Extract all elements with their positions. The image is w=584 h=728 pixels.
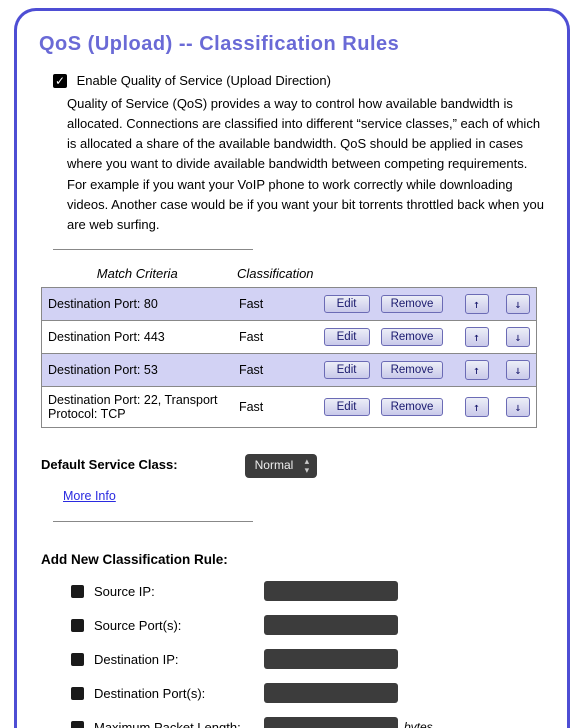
table-row: Destination Port: 53 Fast Edit Remove ↑ … <box>42 354 537 387</box>
dest-ports-input[interactable] <box>264 683 398 703</box>
source-ip-label: Source IP: <box>94 584 264 599</box>
edit-button[interactable]: Edit <box>324 295 370 313</box>
move-up-button[interactable]: ↑ <box>465 360 489 380</box>
source-ports-checkbox[interactable] <box>71 619 84 632</box>
default-service-class-label: Default Service Class: <box>41 457 241 472</box>
max-pkt-input[interactable] <box>264 717 398 728</box>
chevron-updown-icon: ▴▾ <box>305 457 310 475</box>
dest-ports-label: Destination Port(s): <box>94 686 264 701</box>
edit-button[interactable]: Edit <box>324 398 370 416</box>
cell-match: Destination Port: 80 <box>42 288 233 321</box>
enable-qos-label: Enable Quality of Service (Upload Direct… <box>77 73 331 88</box>
max-pkt-label: Maximum Packet Length: <box>94 720 264 728</box>
cell-classification: Fast <box>233 387 318 428</box>
col-header-match: Match Criteria <box>42 260 233 288</box>
table-row: Destination Port: 80 Fast Edit Remove ↑ … <box>42 288 537 321</box>
divider <box>53 521 253 522</box>
rules-table: Match Criteria Classification Destinatio… <box>41 260 537 428</box>
dest-ip-checkbox[interactable] <box>71 653 84 666</box>
more-info-link[interactable]: More Info <box>63 489 116 503</box>
cell-match: Destination Port: 53 <box>42 354 233 387</box>
edit-button[interactable]: Edit <box>324 328 370 346</box>
cell-match: Destination Port: 443 <box>42 321 233 354</box>
cell-classification: Fast <box>233 321 318 354</box>
enable-qos-checkbox[interactable]: ✓ <box>53 74 67 88</box>
remove-button[interactable]: Remove <box>381 328 443 346</box>
source-ip-checkbox[interactable] <box>71 585 84 598</box>
add-rule-title: Add New Classification Rule: <box>41 552 549 567</box>
table-row: Destination Port: 443 Fast Edit Remove ↑… <box>42 321 537 354</box>
default-service-class-value: Normal <box>255 458 294 472</box>
move-down-button[interactable]: ↓ <box>506 360 530 380</box>
move-down-button[interactable]: ↓ <box>506 397 530 417</box>
move-up-button[interactable]: ↑ <box>465 327 489 347</box>
remove-button[interactable]: Remove <box>381 361 443 379</box>
col-header-actions <box>318 260 537 288</box>
dest-ports-checkbox[interactable] <box>71 687 84 700</box>
move-down-button[interactable]: ↓ <box>506 294 530 314</box>
divider <box>53 249 253 250</box>
move-up-button[interactable]: ↑ <box>465 294 489 314</box>
dest-ip-label: Destination IP: <box>94 652 264 667</box>
cell-match: Destination Port: 22, Transport Protocol… <box>42 387 233 428</box>
max-pkt-suffix: bytes <box>404 720 433 728</box>
source-ip-input[interactable] <box>264 581 398 601</box>
cell-classification: Fast <box>233 354 318 387</box>
table-row: Destination Port: 22, Transport Protocol… <box>42 387 537 428</box>
default-service-class-select[interactable]: Normal ▴▾ <box>245 454 318 478</box>
edit-button[interactable]: Edit <box>324 361 370 379</box>
col-header-classification: Classification <box>233 260 318 288</box>
qos-description: Quality of Service (QoS) provides a way … <box>67 94 549 235</box>
source-ports-input[interactable] <box>264 615 398 635</box>
max-pkt-checkbox[interactable] <box>71 721 84 728</box>
cell-classification: Fast <box>233 288 318 321</box>
source-ports-label: Source Port(s): <box>94 618 264 633</box>
move-up-button[interactable]: ↑ <box>465 397 489 417</box>
move-down-button[interactable]: ↓ <box>506 327 530 347</box>
remove-button[interactable]: Remove <box>381 295 443 313</box>
dest-ip-input[interactable] <box>264 649 398 669</box>
remove-button[interactable]: Remove <box>381 398 443 416</box>
page-title: QoS (Upload) -- Classification Rules <box>39 33 549 56</box>
